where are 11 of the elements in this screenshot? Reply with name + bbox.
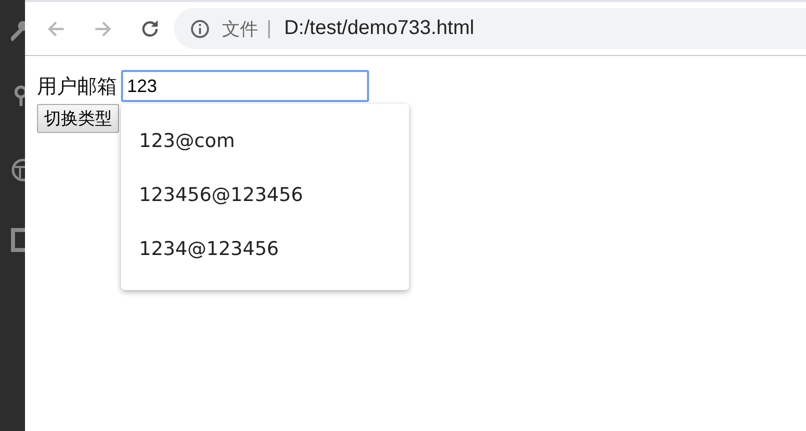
email-input-field[interactable]: 123 — [121, 70, 369, 102]
suggestion-item[interactable]: 1234@123456 — [121, 222, 409, 276]
address-bar[interactable]: 文件 | D:/test/demo733.html — [174, 8, 806, 49]
security-label: 文件 — [222, 18, 258, 40]
separator: | — [266, 18, 272, 39]
email-label: 用户邮箱 — [37, 74, 117, 100]
suggestion-item[interactable]: 123456@123456 — [121, 168, 409, 222]
toggle-type-button[interactable]: 切换类型 — [37, 104, 119, 133]
suggestion-item[interactable]: 123@com — [121, 114, 409, 168]
info-icon[interactable] — [190, 18, 210, 38]
url-text: D:/test/demo733.html — [284, 17, 474, 40]
